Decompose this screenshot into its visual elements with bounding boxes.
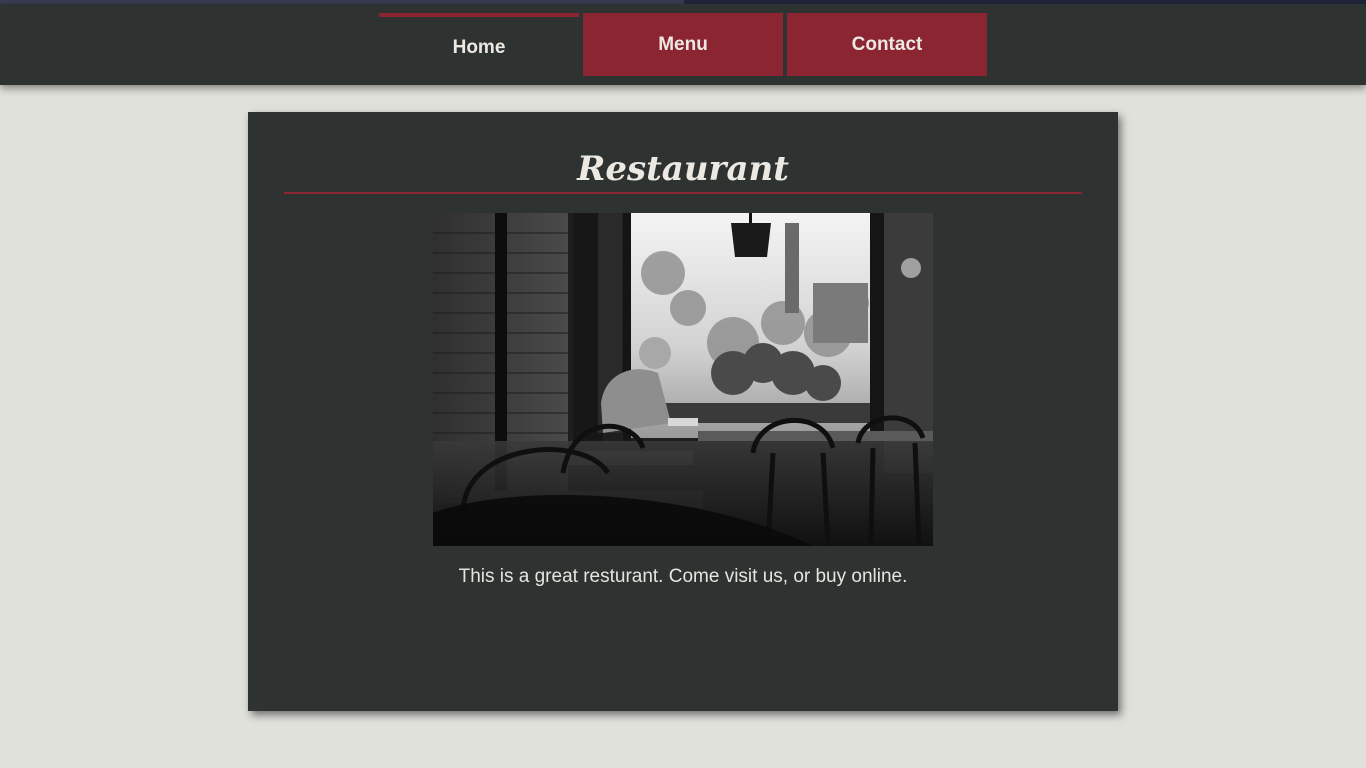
nav-menu-button[interactable]: Menu bbox=[583, 13, 783, 76]
nav-contact-label: Contact bbox=[851, 33, 923, 55]
nav-home-tab[interactable]: Home bbox=[379, 13, 579, 76]
nav-contact-button[interactable]: Contact bbox=[787, 13, 987, 76]
nav-menu-label: Menu bbox=[658, 33, 708, 55]
content-card: Restaurant This is a great resturant. Co… bbox=[248, 112, 1118, 711]
top-navbar: Home Menu Contact bbox=[0, 4, 1366, 85]
nav-home-label: Home bbox=[452, 36, 506, 58]
intro-text: This is a great resturant. Come visit us… bbox=[458, 566, 908, 587]
title-divider bbox=[284, 192, 1082, 194]
restaurant-photo bbox=[433, 213, 933, 546]
page-title: Restaurant bbox=[577, 149, 789, 189]
